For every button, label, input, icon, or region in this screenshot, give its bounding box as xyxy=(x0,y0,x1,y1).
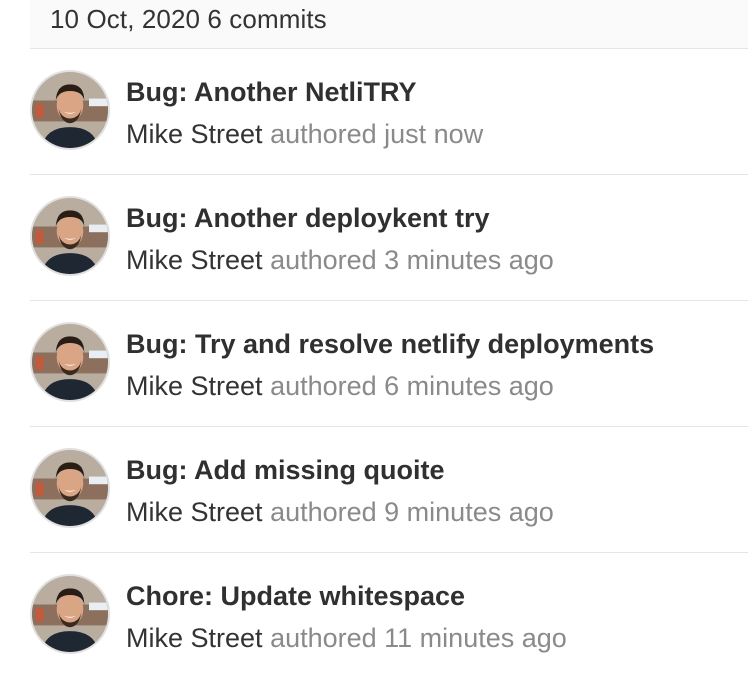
commit-title[interactable]: Chore: Update whitespace xyxy=(126,579,465,613)
author-name[interactable]: Mike Street xyxy=(126,497,263,527)
commit-title[interactable]: Bug: Another NetliTRY xyxy=(126,75,416,109)
commit-meta: Mike Street authored 3 minutes ago xyxy=(126,243,554,277)
author-avatar[interactable] xyxy=(30,70,110,150)
commit-list: Bug: Another NetliTRY Mike Street author… xyxy=(30,49,748,678)
commit-row[interactable]: Chore: Update whitespace Mike Street aut… xyxy=(30,553,748,678)
commit-meta: Mike Street authored 9 minutes ago xyxy=(126,495,554,529)
commit-row[interactable]: Bug: Another deploykent try Mike Street … xyxy=(30,175,748,301)
authored-time: authored 3 minutes ago xyxy=(270,245,554,275)
authored-time: authored 6 minutes ago xyxy=(270,371,554,401)
avatar-photo-icon xyxy=(32,72,108,148)
authored-time: authored 11 minutes ago xyxy=(270,623,567,653)
commit-row[interactable]: Bug: Another NetliTRY Mike Street author… xyxy=(30,49,748,175)
authored-time: authored 9 minutes ago xyxy=(270,497,554,527)
avatar-photo-icon xyxy=(32,450,108,526)
commit-meta: Mike Street authored just now xyxy=(126,117,483,151)
commit-title[interactable]: Bug: Try and resolve netlify deployments xyxy=(126,327,654,361)
commit-row[interactable]: Bug: Add missing quoite Mike Street auth… xyxy=(30,427,748,553)
avatar-photo-icon xyxy=(32,576,108,652)
commit-row[interactable]: Bug: Try and resolve netlify deployments… xyxy=(30,301,748,427)
author-name[interactable]: Mike Street xyxy=(126,245,263,275)
commit-count: 6 commits xyxy=(207,4,327,34)
author-avatar[interactable] xyxy=(30,196,110,276)
avatar-photo-icon xyxy=(32,324,108,400)
author-avatar[interactable] xyxy=(30,574,110,654)
commit-meta: Mike Street authored 11 minutes ago xyxy=(126,621,567,655)
authored-time: authored just now xyxy=(270,119,484,149)
author-avatar[interactable] xyxy=(30,448,110,528)
author-name[interactable]: Mike Street xyxy=(126,623,263,653)
author-avatar[interactable] xyxy=(30,322,110,402)
commit-day-header-text: 10 Oct, 2020 6 commits xyxy=(50,2,327,36)
commit-day-header: 10 Oct, 2020 6 commits xyxy=(30,0,748,49)
commit-history-panel: 10 Oct, 2020 6 commits Bug: Another Netl… xyxy=(0,0,748,678)
commit-title[interactable]: Bug: Add missing quoite xyxy=(126,453,444,487)
commit-title[interactable]: Bug: Another deploykent try xyxy=(126,201,490,235)
commit-date: 10 Oct, 2020 xyxy=(50,4,201,34)
author-name[interactable]: Mike Street xyxy=(126,371,263,401)
author-name[interactable]: Mike Street xyxy=(126,119,263,149)
avatar-photo-icon xyxy=(32,198,108,274)
commit-meta: Mike Street authored 6 minutes ago xyxy=(126,369,554,403)
